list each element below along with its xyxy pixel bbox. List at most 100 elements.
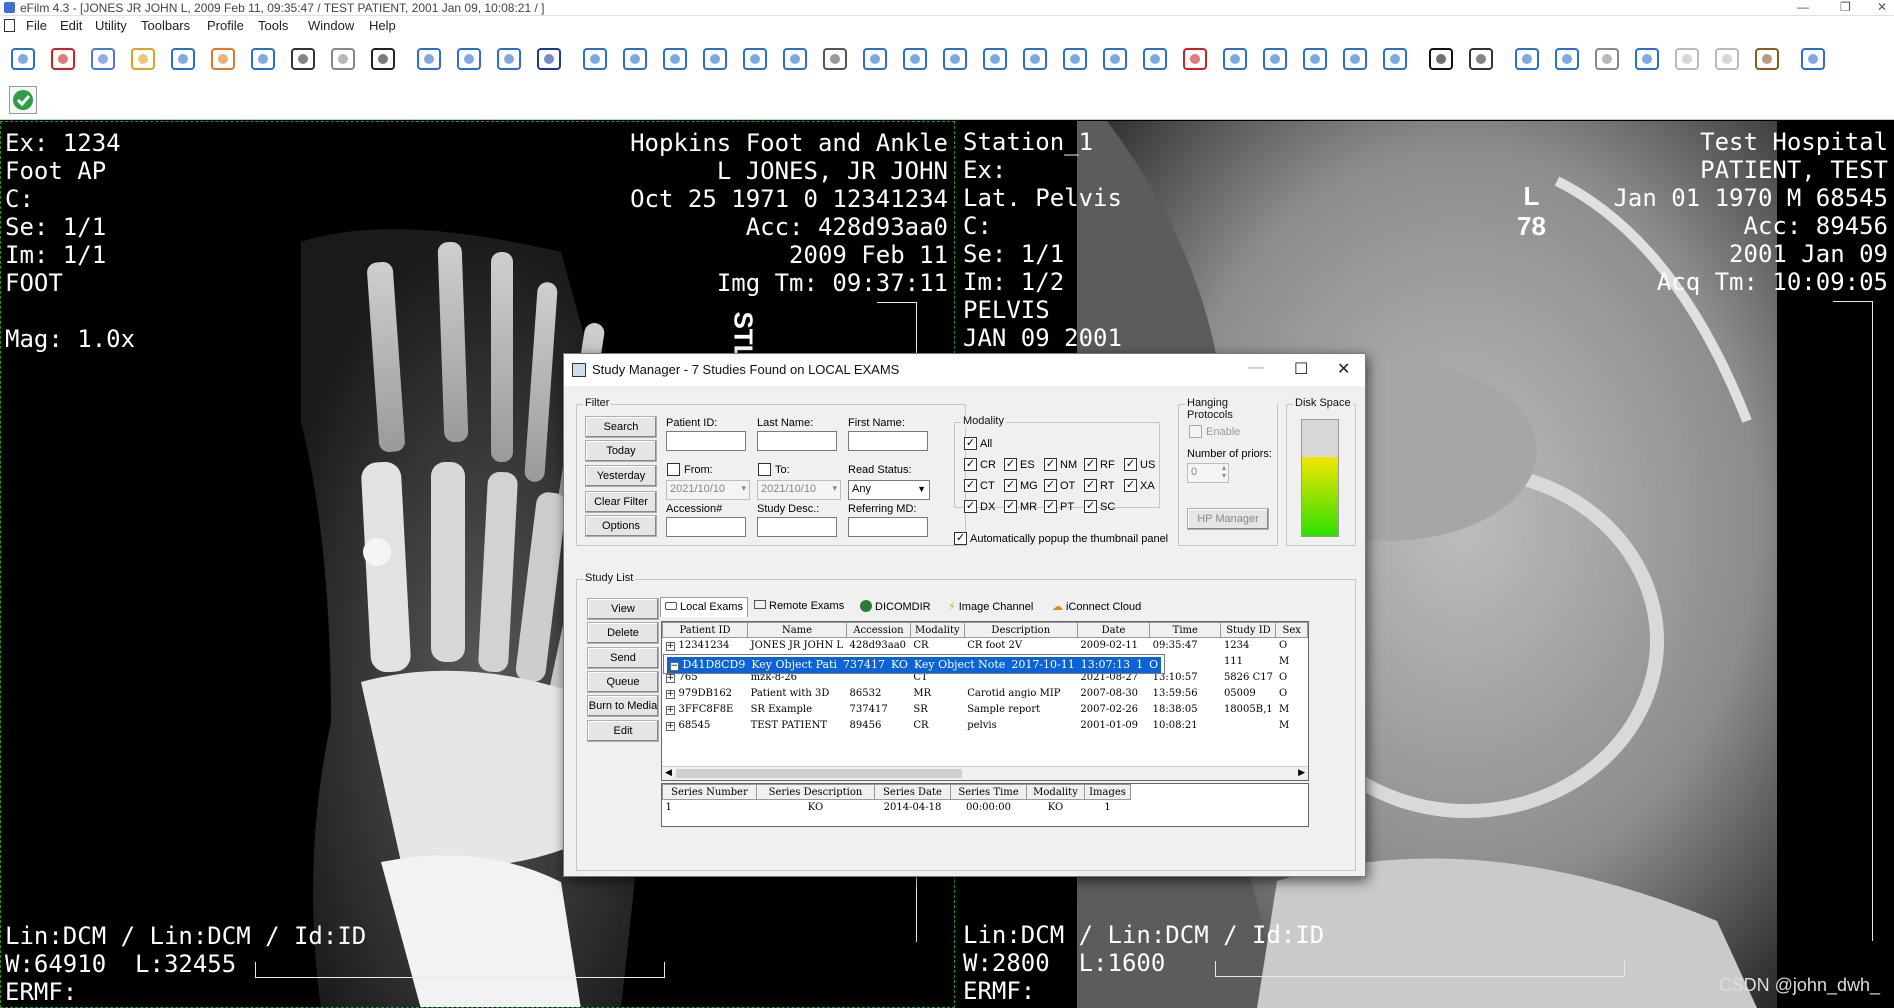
from-checkbox[interactable] [667, 463, 680, 476]
modality-rt-checkbox[interactable]: ✓ [1084, 479, 1097, 492]
layout-grid-icon[interactable] [620, 44, 650, 74]
ruler-pencil-icon[interactable] [860, 44, 890, 74]
angle-icon[interactable] [1060, 44, 1090, 74]
column-header[interactable]: Accession [846, 622, 911, 638]
tab-local-exams[interactable]: Local Exams [660, 597, 748, 617]
scroll-left-icon[interactable]: ◀ [665, 767, 672, 778]
patient-icon[interactable] [168, 44, 198, 74]
modality-sc-checkbox[interactable]: ✓ [1084, 500, 1097, 513]
series-column-header[interactable]: Series Time [950, 784, 1027, 800]
auto-popup-checkbox[interactable]: ✓ [954, 532, 967, 545]
close-icon[interactable]: ✕ [1877, 0, 1887, 14]
study-desc-input[interactable] [757, 517, 837, 537]
menu-toolbars[interactable]: Toolbars [141, 18, 190, 33]
modality-rf-checkbox[interactable]: ✓ [1084, 458, 1097, 471]
prev-series-icon[interactable] [940, 44, 970, 74]
tab-remote-exams[interactable]: Remote Exams [750, 597, 848, 617]
measure-icon[interactable] [900, 44, 930, 74]
search-doc-icon[interactable] [8, 44, 38, 74]
to-date-picker[interactable]: 2021/10/10 ▾ [757, 480, 841, 500]
referring-md-input[interactable] [848, 517, 928, 537]
last-name-input[interactable] [757, 431, 837, 451]
sun-icon[interactable] [328, 44, 358, 74]
eye-icon[interactable] [820, 44, 850, 74]
modality-dx-checkbox[interactable]: ✓ [964, 500, 977, 513]
windows-icon[interactable] [248, 44, 278, 74]
hp-enable-checkbox[interactable] [1189, 425, 1202, 438]
study-row[interactable]: +12341234 JONES JR JOHN L 428d93aa0 CR CR fo… [663, 638, 1308, 654]
save-icon[interactable] [1552, 44, 1582, 74]
expand-icon[interactable]: + [665, 642, 675, 652]
to-checkbox[interactable] [758, 463, 771, 476]
dialog-close-icon[interactable]: ✕ [1337, 359, 1350, 379]
series-column-header[interactable]: Modality [1026, 784, 1085, 800]
study-row[interactable]: +979DB162 Patient with 3D 86532 MR Carotid a… [663, 686, 1308, 702]
menu-tools[interactable]: Tools [258, 18, 288, 33]
column-header[interactable]: Description [963, 622, 1078, 638]
more-icon[interactable] [1798, 44, 1828, 74]
column-header[interactable]: Sex [1275, 622, 1308, 638]
scroll-right-icon[interactable]: ▶ [1298, 767, 1305, 778]
from-date-picker[interactable]: 2021/10/10 ▾ [666, 480, 750, 500]
number-of-priors-spinner[interactable]: 0 ▴ ▾ [1187, 463, 1229, 483]
expand-icon[interactable]: + [665, 706, 675, 715]
zoom-glass-icon[interactable] [368, 44, 398, 74]
modality-nm-checkbox[interactable]: ✓ [1044, 458, 1057, 471]
binoculars-icon[interactable] [660, 44, 690, 74]
flip-h-icon[interactable] [1260, 44, 1290, 74]
menu-window[interactable]: Window [308, 18, 354, 33]
queue-button[interactable]: Queue [587, 671, 659, 693]
expand-icon[interactable]: + [665, 722, 675, 731]
menu-file[interactable]: File [26, 18, 47, 33]
expand-icon[interactable]: + [665, 690, 675, 699]
read-status-select[interactable]: Any ▼ [848, 480, 930, 500]
document-icon[interactable] [780, 44, 810, 74]
series-icon[interactable] [700, 44, 730, 74]
hourglass-icon[interactable] [88, 44, 118, 74]
study-row[interactable]: +68545 TEST PATIENT 89456 CR pelvis 2001-01-0… [663, 718, 1308, 734]
series-row[interactable]: 1 KO 2014-04-18 00:00:00 KO 1 [663, 800, 1131, 816]
hp-manager-button[interactable]: HP Manager [1187, 508, 1269, 530]
next-series-icon[interactable] [980, 44, 1010, 74]
edit-button[interactable]: Edit [587, 720, 659, 742]
paint-icon[interactable] [208, 44, 238, 74]
distance-icon[interactable] [1220, 44, 1250, 74]
accession-input[interactable] [666, 517, 746, 537]
series-column-header[interactable]: Series Number [662, 784, 757, 800]
delete-x-icon[interactable] [1180, 44, 1210, 74]
modality-mg-checkbox[interactable]: ✓ [1004, 479, 1017, 492]
series-column-header[interactable]: Series Description [756, 784, 875, 800]
menu-utility[interactable]: Utility [95, 18, 127, 33]
modality-ot-checkbox[interactable]: ✓ [1044, 479, 1057, 492]
search-button[interactable]: Search [585, 416, 657, 438]
clear-filter-button[interactable]: Clear Filter [585, 491, 657, 513]
left-label-icon[interactable] [1672, 44, 1702, 74]
delete-button[interactable]: Delete [587, 622, 659, 644]
brightness-icon[interactable] [288, 44, 318, 74]
column-header[interactable]: Date [1076, 622, 1151, 638]
first-name-input[interactable] [848, 431, 928, 451]
modality-xa-checkbox[interactable]: ✓ [1124, 479, 1137, 492]
view-button[interactable]: View [587, 598, 659, 620]
tab-dicomdir[interactable]: DICOMDIR [856, 597, 935, 617]
modality-pt-checkbox[interactable]: ✓ [1044, 500, 1057, 513]
modality-ct-checkbox[interactable]: ✓ [964, 479, 977, 492]
options-button[interactable]: Options [585, 515, 657, 537]
study-row[interactable]: +3FFC8F8E SR Example 737417 SR Sample report… [663, 702, 1308, 718]
column-header[interactable]: Patient ID [662, 622, 749, 638]
series-column-header[interactable]: Images [1084, 784, 1131, 800]
magnify-box-icon[interactable] [454, 44, 484, 74]
pan-arrows-icon[interactable] [414, 44, 444, 74]
document-icon[interactable] [4, 19, 15, 32]
menu-help[interactable]: Help [369, 18, 396, 33]
burn-to-media-button[interactable]: Burn to Media [587, 695, 659, 717]
dialog-minimize-icon[interactable]: — [1248, 359, 1264, 377]
collapse-icon[interactable]: − [669, 662, 679, 671]
send-button[interactable]: Send [587, 647, 659, 669]
key-image-icon[interactable] [1592, 44, 1622, 74]
text-a-icon[interactable] [534, 44, 564, 74]
annotate-icon[interactable] [580, 44, 610, 74]
column-header[interactable]: Name [747, 622, 848, 638]
restore-icon[interactable]: ❐ [1840, 0, 1851, 14]
close-red-icon[interactable] [48, 44, 78, 74]
